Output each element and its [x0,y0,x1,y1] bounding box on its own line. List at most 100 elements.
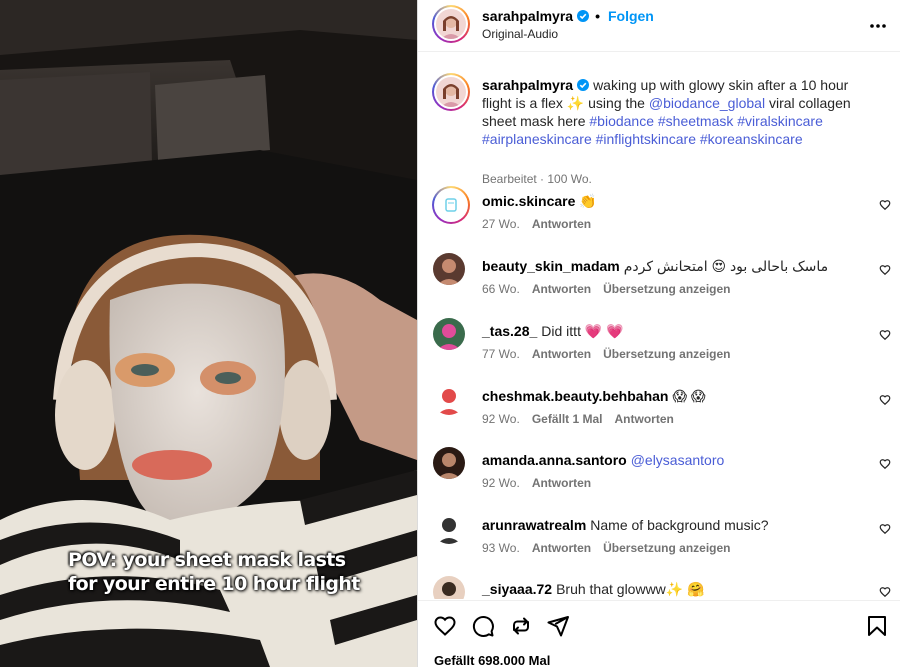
follow-button[interactable]: Folgen [608,8,654,24]
comment-age: 92 Wo. [482,412,520,426]
video-player[interactable]: POV: your sheet mask lasts for your enti… [0,0,417,667]
comment-row: arunrawatrealm Name of background music? 9… [418,512,900,572]
reply-button[interactable]: Antworten [532,347,591,361]
save-bookmark-icon[interactable] [865,614,889,638]
comment-avatar[interactable] [433,383,465,415]
comment-like-heart-icon[interactable] [879,264,891,276]
comment-text: omic.skincare 👏 [482,192,862,210]
separator-dot: • [595,8,600,24]
more-options-button[interactable] [869,14,887,32]
comment-text: beauty_skin_madam ماسک باحالی بود 😍 امتحا… [482,257,862,275]
author-line: sarahpalmyra • Folgen [482,8,654,24]
comment-age: 93 Wo. [482,541,520,555]
comment-avatar[interactable] [433,253,465,285]
reply-button[interactable]: Antworten [532,217,591,231]
reply-button[interactable]: Antworten [532,476,591,490]
like-heart-icon[interactable] [433,614,457,638]
comment-body[interactable]: @elysasantoro [631,452,725,468]
comment-meta: 93 Wo. Antworten Übersetzung anzeigen [482,541,731,555]
comment-username[interactable]: omic.skincare [482,193,575,209]
comment-username[interactable]: beauty_skin_madam [482,258,620,274]
caption-text: sarahpalmyra waking up with glowy skin af… [482,76,877,148]
comment-avatar[interactable] [432,186,470,224]
comment-avatar[interactable] [433,576,465,599]
comment-avatar[interactable] [433,512,465,544]
comment-like-heart-icon[interactable] [879,329,891,341]
comment-avatar-image [433,447,465,479]
see-translation-button[interactable]: Übersetzung anzeigen [603,282,730,296]
comment-body: 😱 😱 [672,388,706,404]
verified-badge-icon [577,79,590,91]
comment-like-heart-icon[interactable] [879,199,891,211]
comment-text: cheshmak.beauty.behbahan 😱 😱 [482,387,862,405]
comment-row: _siyaaa.72 Bruh that glowww✨ 🤗 [418,576,900,599]
comment-meta: 77 Wo. Antworten Übersetzung anzeigen [482,347,731,361]
overlay-line-2: for your entire 10 hour flight [68,573,360,595]
comment-meta: 66 Wo. Antworten Übersetzung anzeigen [482,282,731,296]
author-username[interactable]: sarahpalmyra [482,8,573,24]
more-horizontal-icon [870,24,886,28]
comment-username[interactable]: cheshmak.beauty.behbahan [482,388,668,404]
comment-avatar-image [436,190,466,220]
comment-likes-count[interactable]: Gefällt 1 Mal [532,412,603,426]
comment-avatar-image [433,383,465,415]
comment-text: arunrawatrealm Name of background music? [482,516,862,534]
see-translation-button[interactable]: Übersetzung anzeigen [603,541,730,555]
comment-row: _tas.28_ Did ittt 💗 💗 77 Wo. Antworten Übers… [418,318,900,378]
comment-body: Bruh that glowww✨ 🤗 [556,581,705,597]
comment-username[interactable]: amanda.anna.santoro [482,452,627,468]
comment-like-heart-icon[interactable] [879,523,891,535]
comment-avatar-image [433,253,465,285]
verified-badge-icon [577,10,590,22]
comment-body: ماسک باحالی بود 😍 امتحانش کردم [623,258,829,274]
comment-meta: 92 Wo. Gefällt 1 Mal Antworten [482,412,674,426]
comment-avatar-image [433,512,465,544]
comment-body: Did ittt 💗 💗 [541,323,624,339]
comment-text: _tas.28_ Did ittt 💗 💗 [482,322,862,340]
repost-icon[interactable] [509,614,533,638]
comment-text: _siyaaa.72 Bruh that glowww✨ 🤗 [482,580,862,598]
author-avatar[interactable] [432,5,470,43]
reply-button[interactable]: Antworten [532,282,591,296]
post-sidebar: sarahpalmyra • Folgen Original-Audio sar… [417,0,900,667]
post-caption: sarahpalmyra waking up with glowy skin af… [418,73,900,186]
comment-like-heart-icon[interactable] [879,458,891,470]
post-dialog: POV: your sheet mask lasts for your enti… [0,0,900,667]
caption-avatar[interactable] [432,73,470,111]
see-translation-button[interactable]: Übersetzung anzeigen [603,347,730,361]
comment-username[interactable]: arunrawatrealm [482,517,586,533]
comment-like-heart-icon[interactable] [879,394,891,406]
likes-count[interactable]: Gefällt 698.000 Mal [434,653,550,667]
caption-mention-link[interactable]: @biodance_global [649,95,765,111]
comment-avatar-image [433,318,465,350]
share-send-icon[interactable] [546,614,570,638]
comment-avatar[interactable] [433,318,465,350]
comment-row: cheshmak.beauty.behbahan 😱 😱 92 Wo. Gefällt… [418,383,900,443]
comment-meta: 92 Wo. Antworten [482,476,591,490]
overlay-line-1: POV: your sheet mask lasts [68,549,346,571]
comment-username[interactable]: _tas.28_ [482,323,537,339]
caption-avatar-image [436,77,466,107]
comment-meta: 27 Wo. Antworten [482,217,591,231]
comment-age: 66 Wo. [482,282,520,296]
caption-username[interactable]: sarahpalmyra [482,77,573,93]
audio-label[interactable]: Original-Audio [482,27,558,41]
comment-body: 👏 [579,193,597,209]
comment-text: amanda.anna.santoro @elysasantoro [482,451,862,469]
comments-list[interactable]: sarahpalmyra waking up with glowy skin af… [418,53,900,599]
caption-meta: Bearbeitet · 100 Wo. [482,172,592,186]
comment-avatar[interactable] [433,447,465,479]
comment-body: Name of background music? [590,517,769,533]
video-text-overlay: POV: your sheet mask lasts for your enti… [68,548,388,596]
reply-button[interactable]: Antworten [532,541,591,555]
comment-bubble-icon[interactable] [471,614,495,638]
comment-age: 77 Wo. [482,347,520,361]
author-avatar-image [436,9,466,39]
comment-age: 27 Wo. [482,217,520,231]
post-actions-bar: Gefällt 698.000 Mal [418,600,900,667]
comment-like-heart-icon[interactable] [879,586,891,598]
post-header: sarahpalmyra • Folgen Original-Audio [418,0,900,52]
comment-row: omic.skincare 👏 27 Wo. Antworten [418,186,900,248]
comment-username[interactable]: _siyaaa.72 [482,581,552,597]
reply-button[interactable]: Antworten [615,412,674,426]
